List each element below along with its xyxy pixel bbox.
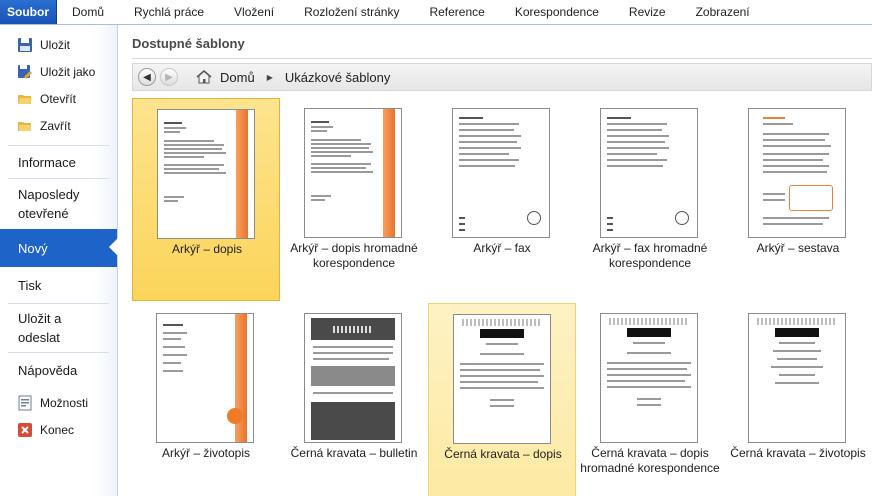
template-thumbnail [156,313,254,443]
black-tie-header-graphic [775,328,819,337]
nav-save-as-label: Uložit jako [40,64,96,79]
close-folder-icon [18,121,31,131]
backstage-nav: Uložit Uložit jako Otevřít Zavřít Inform… [0,25,118,496]
fax-stamp-graphic [527,211,541,225]
template-label: Arkýř – dopis hromadné korespondence [290,241,418,270]
tab-references[interactable]: Reference [414,0,499,24]
template-label: Arkýř – fax hromadné korespondence [592,241,708,270]
nav-save-send[interactable]: Uložit a odeslat [0,304,117,352]
nav-exit[interactable]: Konec [0,416,117,443]
save-as-icon [18,64,32,79]
tab-view[interactable]: Zobrazení [681,0,765,24]
template-tile[interactable]: Arkýř – dopis [132,98,280,301]
nav-recent-label: Naposledy otevřené [18,187,80,221]
template-tile[interactable]: Arkýř – sestava [724,98,872,301]
tab-insert[interactable]: Vložení [219,0,289,24]
template-label: Arkýř – sestava [756,241,840,255]
tab-mailings[interactable]: Korespondence [500,0,614,24]
nav-help[interactable]: Nápověda [0,353,117,387]
ribbon-tab-bar: Soubor Domů Rychlá práce Vložení Rozlože… [0,0,872,25]
tab-page-layout[interactable]: Rozložení stránky [289,0,414,24]
nav-new[interactable]: Nový [0,229,118,267]
exit-icon [18,422,32,437]
template-thumbnail [600,313,698,443]
template-tile[interactable]: Arkýř – fax hromadné korespondence [576,98,724,301]
forward-button[interactable]: ▶ [160,68,178,86]
template-label: Arkýř – dopis [171,242,243,256]
template-tile[interactable]: Arkýř – fax [428,98,576,301]
back-button[interactable]: ◀ [138,68,156,86]
template-tile[interactable]: Černá kravata – bulletin [280,303,428,496]
nav-exit-label: Konec [40,422,75,437]
template-thumbnail [304,108,402,238]
arrow-left-icon: ◀ [143,71,151,83]
template-tile[interactable]: Černá kravata – životopis [724,303,872,496]
nav-open[interactable]: Otevřít [0,85,117,112]
template-thumbnail [304,313,402,443]
nav-options[interactable]: Možnosti [0,389,117,416]
template-label: Černá kravata – dopis hromadné korespond… [580,446,720,475]
template-tile[interactable]: Arkýř – dopis hromadné korespondence [280,98,428,301]
save-icon [18,37,32,52]
template-label: Černá kravata – životopis [730,446,866,460]
open-folder-icon [18,94,32,104]
nav-recent[interactable]: Naposledy otevřené [0,179,117,229]
nav-save-as[interactable]: Uložit jako [0,58,117,85]
template-label: Černá kravata – bulletin [290,446,418,460]
template-thumbnail [748,313,846,443]
tab-review[interactable]: Revize [614,0,681,24]
title-divider [132,58,872,59]
template-label: Arkýř – fax [473,241,531,255]
template-tile[interactable]: Černá kravata – dopis hromadné korespond… [576,303,724,496]
template-thumbnail [453,314,551,444]
black-tie-header-graphic [480,329,524,338]
template-thumbnail [748,108,846,238]
nav-save[interactable]: Uložit [0,31,117,58]
template-thumbnail [452,108,550,238]
fax-stamp-graphic [675,211,689,225]
template-grid: Arkýř – dopis Arkýř – dopis hromadné kor… [132,98,872,496]
nav-save-label: Uložit [40,37,71,52]
nav-close[interactable]: Zavřít [0,112,117,139]
nav-info[interactable]: Informace [0,146,117,178]
nav-save-send-label: Uložit a odeslat [18,311,62,345]
template-thumbnail [157,109,255,239]
template-thumbnail [600,108,698,238]
orange-circle-graphic [227,408,243,424]
available-templates-panel: Dostupné šablony ◀ ▶ Domů ▶ Ukázkové šab… [119,25,872,496]
arrow-right-icon: ▶ [165,71,173,83]
orange-callout-graphic [789,185,833,211]
orange-sidebar-graphic [383,109,395,237]
tab-home[interactable]: Domů [57,0,119,24]
template-label: Arkýř – životopis [161,446,251,460]
section-title: Dostupné šablony [132,36,245,51]
template-tile[interactable]: Arkýř – životopis [132,303,280,496]
tab-file[interactable]: Soubor [0,0,57,24]
breadcrumb-current: Ukázkové šablony [284,69,391,85]
nav-print[interactable]: Tisk [0,267,117,303]
orange-sidebar-graphic [236,110,248,238]
nav-options-label: Možnosti [40,395,89,410]
breadcrumb-separator-icon: ▶ [266,72,273,82]
breadcrumb-home[interactable]: Domů [220,70,255,85]
nav-open-label: Otevřít [40,91,77,106]
home-icon[interactable] [196,69,212,85]
options-icon [18,395,32,410]
template-tile[interactable]: Černá kravata – dopis [428,303,576,496]
nav-close-label: Zavřít [40,118,71,133]
black-tie-header-graphic [627,328,671,337]
breadcrumb: ◀ ▶ Domů ▶ Ukázkové šablony [132,63,872,91]
tab-quick-parts[interactable]: Rychlá práce [119,0,219,24]
template-label: Černá kravata – dopis [444,447,562,461]
